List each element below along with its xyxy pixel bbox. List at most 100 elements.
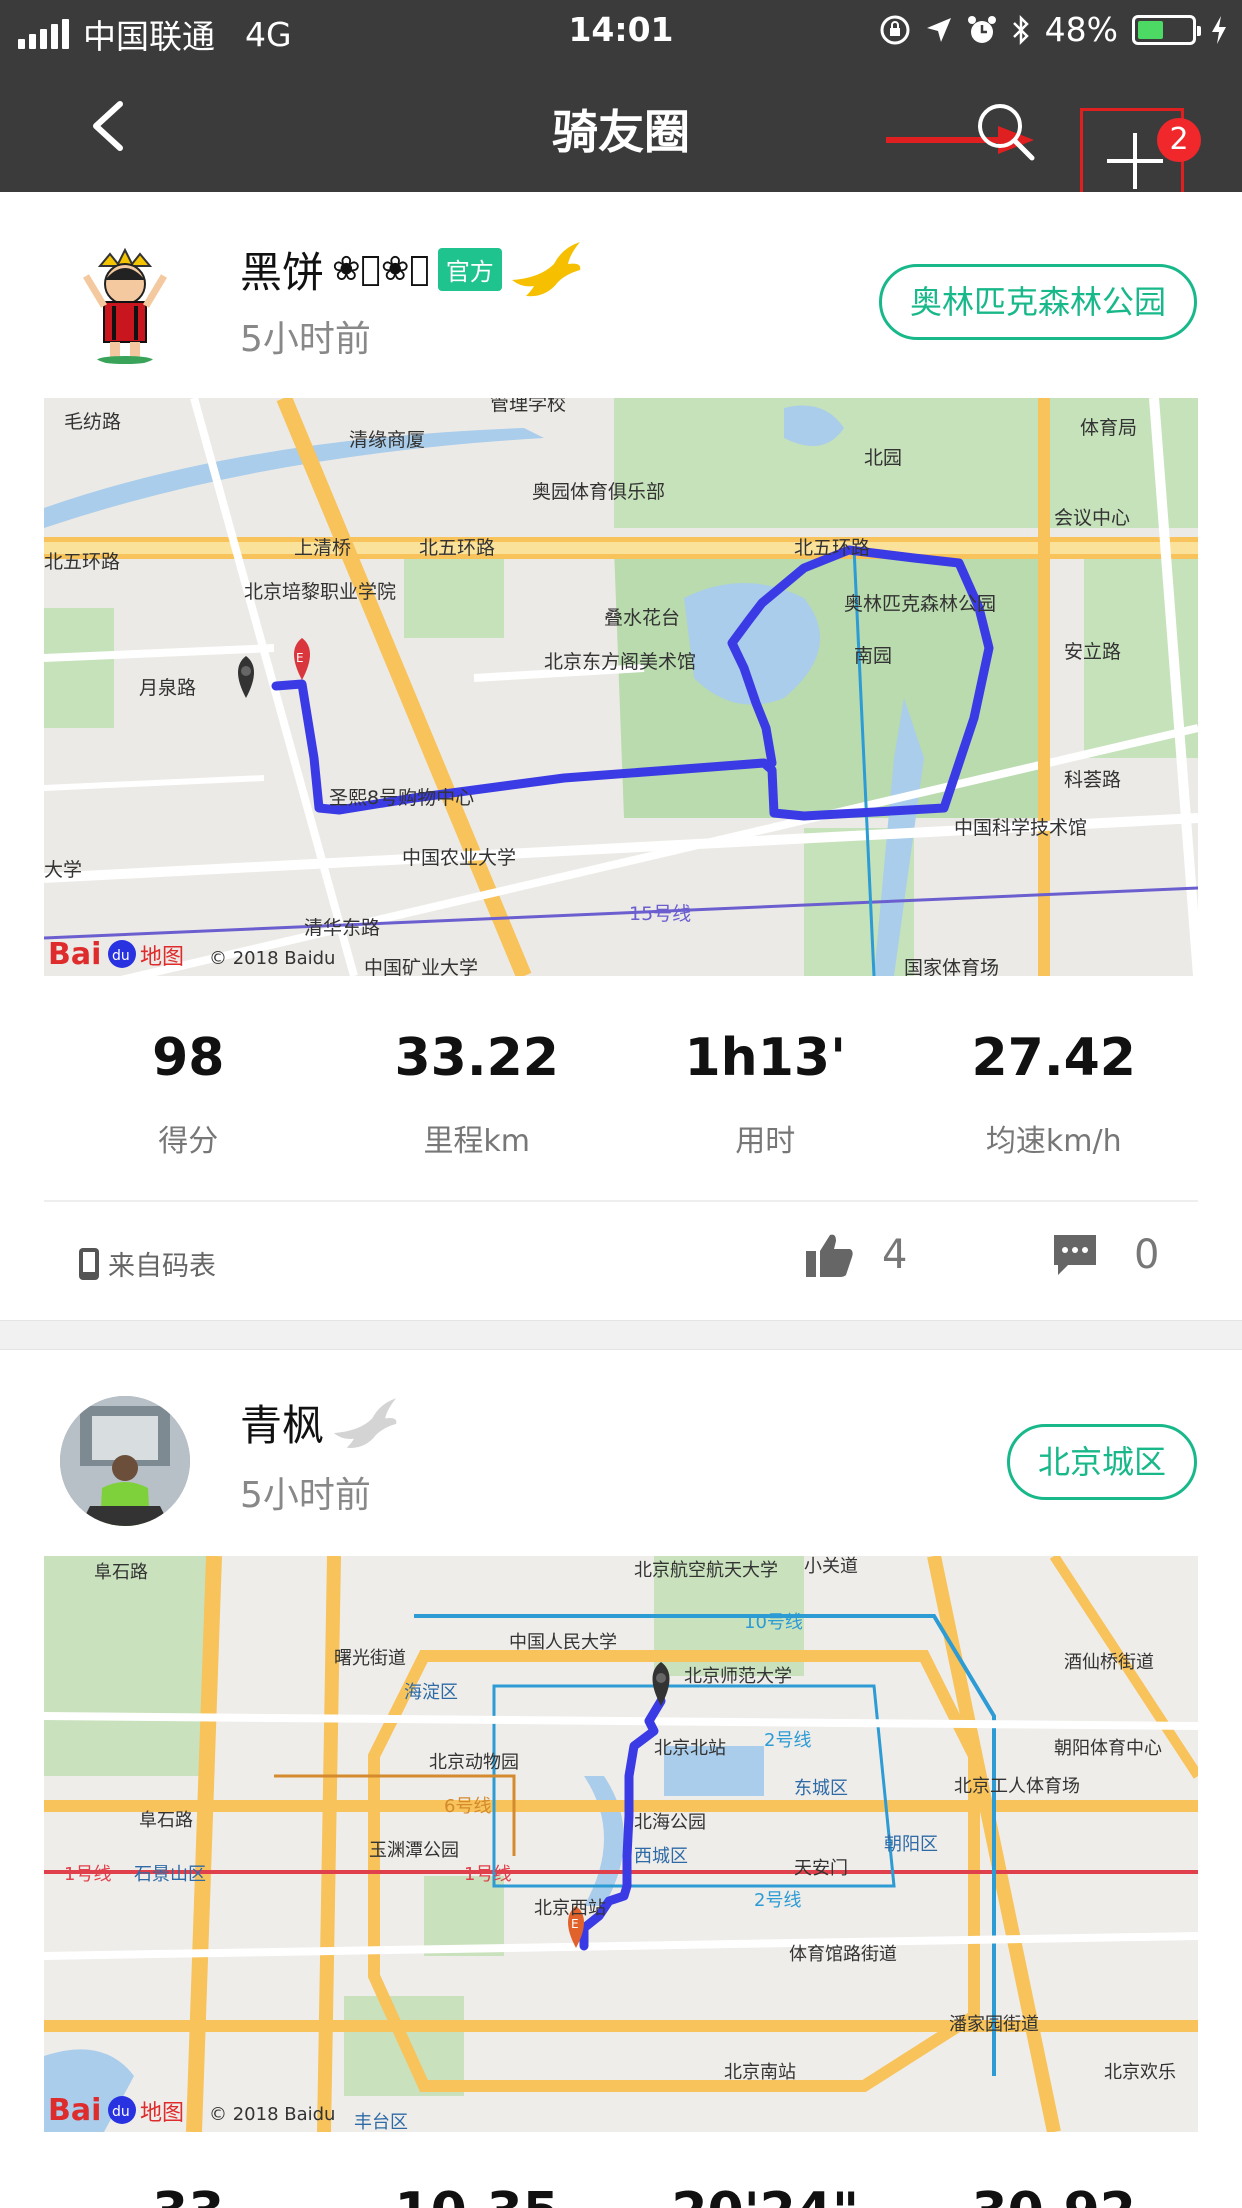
stat-value: 33.22 — [394, 1028, 559, 1088]
username[interactable]: 黑饼 ❀꙰❀꙰ 官方 — [240, 238, 582, 300]
stat-value: 1h13' — [684, 1028, 846, 1088]
post-source: 来自码表 — [78, 1244, 216, 1283]
thumbs-up-icon — [806, 1234, 853, 1277]
map-label: 中国科学技术馆 — [954, 817, 1087, 839]
avatar[interactable] — [60, 236, 190, 366]
stat-distance: 33.22 里程km — [333, 1028, 622, 1160]
swallow-icon — [511, 242, 581, 297]
map-label: 体育局 — [1080, 417, 1137, 439]
map-label: 北五环路 — [419, 537, 495, 559]
map-label: 2号线 — [754, 1890, 801, 1911]
route-map[interactable]: E 毛纺路 管理学校 清缘商厦 奥园体育俱乐部 北园 体育局 会议中心 北五环路… — [44, 398, 1198, 976]
stat-distance: 10.35 — [333, 2182, 622, 2208]
svg-text:地图: 地图 — [140, 2101, 184, 2126]
map-label: 酒仙桥街道 — [1064, 1652, 1154, 1673]
like-count: 4 — [882, 1232, 908, 1278]
svg-text:du: du — [112, 2104, 130, 2120]
svg-text:du: du — [112, 948, 130, 964]
like-button[interactable]: 4 — [806, 1232, 907, 1278]
map-label: 西城区 — [634, 1846, 688, 1867]
post-time: 5小时前 — [240, 1475, 371, 1516]
stat-value: 98 — [152, 1028, 225, 1088]
username[interactable]: 青枫 — [240, 1392, 398, 1453]
map-label: 科荟路 — [1064, 769, 1121, 791]
stat-label: 得分 — [158, 1124, 219, 1159]
map-label: 清华东路 — [304, 917, 380, 939]
map-label: 北京培黎职业学院 — [244, 581, 396, 603]
map-label: 安立路 — [1064, 641, 1121, 663]
location-icon — [926, 17, 951, 42]
map-attribution: © 2018 Baidu — [209, 2104, 335, 2125]
username-text: 黑饼 — [240, 247, 325, 297]
battery-percent: 48% — [1044, 10, 1118, 49]
map-label: 圣熙8号购物中心 — [329, 787, 474, 809]
map-label: 北园 — [864, 447, 902, 469]
map-label: 国家体育场 — [904, 957, 999, 976]
map-label: 北京欢乐 — [1104, 2062, 1176, 2083]
official-badge: 官方 — [437, 247, 502, 291]
map-label: 潘家园街道 — [949, 2014, 1039, 2035]
post-separator — [0, 1320, 1242, 1350]
alarm-icon — [967, 15, 996, 43]
stat-score: 98 得分 — [44, 1028, 333, 1160]
map-label: 小关道 — [804, 1556, 858, 1577]
avatar[interactable] — [60, 1396, 190, 1526]
location-tag[interactable]: 奥林匹克森林公园 — [878, 264, 1197, 340]
username-decoration: ❀꙰❀꙰ — [332, 249, 430, 289]
source-label: 来自码表 — [108, 1251, 216, 1282]
map-label: 北海公园 — [634, 1812, 706, 1833]
stat-value: 20'24" — [621, 2182, 910, 2208]
stat-avg-speed: 27.42 均速km/h — [910, 1028, 1199, 1160]
stat-label: 用时 — [735, 1124, 796, 1159]
device-icon — [79, 1247, 99, 1280]
comment-count: 0 — [1134, 1232, 1160, 1278]
page-title: 骑友圈 — [552, 105, 690, 159]
rotation-lock-icon — [880, 15, 910, 44]
map-label: 朝阳区 — [884, 1834, 938, 1855]
map-label: 北京东方阁美术馆 — [544, 651, 696, 673]
map-label: 阜石路 — [139, 1810, 193, 1831]
plus-icon — [1107, 133, 1163, 189]
map-label: 15号线 — [629, 903, 691, 925]
map-label: 海淀区 — [404, 1682, 458, 1703]
map-label: 石景山区 — [134, 1864, 206, 1885]
map-label: 朝阳体育中心 — [1054, 1738, 1162, 1759]
route-map[interactable]: E 阜石路 北京航空航天大学 小关道 中国人民大学 北京师范大学 曙光街道 海淀… — [44, 1556, 1198, 2132]
status-bar: 中国联通 4G 14:01 48% — [0, 0, 1242, 60]
stat-label: 里程km — [423, 1124, 531, 1159]
stat-value: 33 — [44, 2182, 333, 2208]
map-label: 南园 — [854, 645, 892, 667]
map-label: 2号线 — [764, 1730, 811, 1751]
stat-duration: 1h13' 用时 — [621, 1028, 910, 1160]
map-label: 北京师范大学 — [684, 1666, 792, 1687]
map-label: 北五环路 — [794, 537, 870, 559]
map-label: 北五环路 — [44, 551, 120, 573]
map-label: 北京航空航天大学 — [634, 1560, 778, 1581]
map-label: 玉渊潭公园 — [369, 1840, 459, 1861]
ride-stats: 98 得分 33.22 里程km 1h13' 用时 27.42 均速km/h — [44, 1028, 1198, 1160]
map-label: 上清桥 — [294, 537, 351, 559]
map-label: 1号线 — [64, 1864, 111, 1885]
map-label: 北京南站 — [724, 2062, 796, 2083]
svg-text:Bai: Bai — [48, 2093, 101, 2128]
map-label: 6号线 — [444, 1796, 491, 1817]
map-label: 奥园体育俱乐部 — [532, 481, 665, 503]
map-label: 1号线 — [464, 1864, 511, 1885]
comment-icon — [1054, 1235, 1096, 1275]
map-label: 毛纺路 — [64, 411, 121, 433]
stat-value: 30.92 — [910, 2182, 1199, 2208]
svg-text:Bai: Bai — [48, 937, 101, 972]
location-tag[interactable]: 北京城区 — [1006, 1424, 1197, 1500]
search-icon[interactable] — [970, 96, 1040, 166]
swallow-icon — [333, 1397, 397, 1448]
map-label: 丰台区 — [354, 2112, 408, 2132]
svg-text:地图: 地图 — [140, 945, 184, 970]
map-label: 天安门 — [794, 1858, 848, 1879]
map-label: 北京工人体育场 — [954, 1776, 1080, 1797]
map-label: 东城区 — [794, 1778, 848, 1799]
stat-label: 均速km/h — [985, 1124, 1122, 1159]
comment-button[interactable]: 0 — [1052, 1232, 1159, 1278]
map-label: 中国矿业大学 — [364, 957, 478, 976]
map-label: 体育馆路街道 — [789, 1944, 897, 1965]
map-label: 月泉路 — [139, 677, 196, 699]
